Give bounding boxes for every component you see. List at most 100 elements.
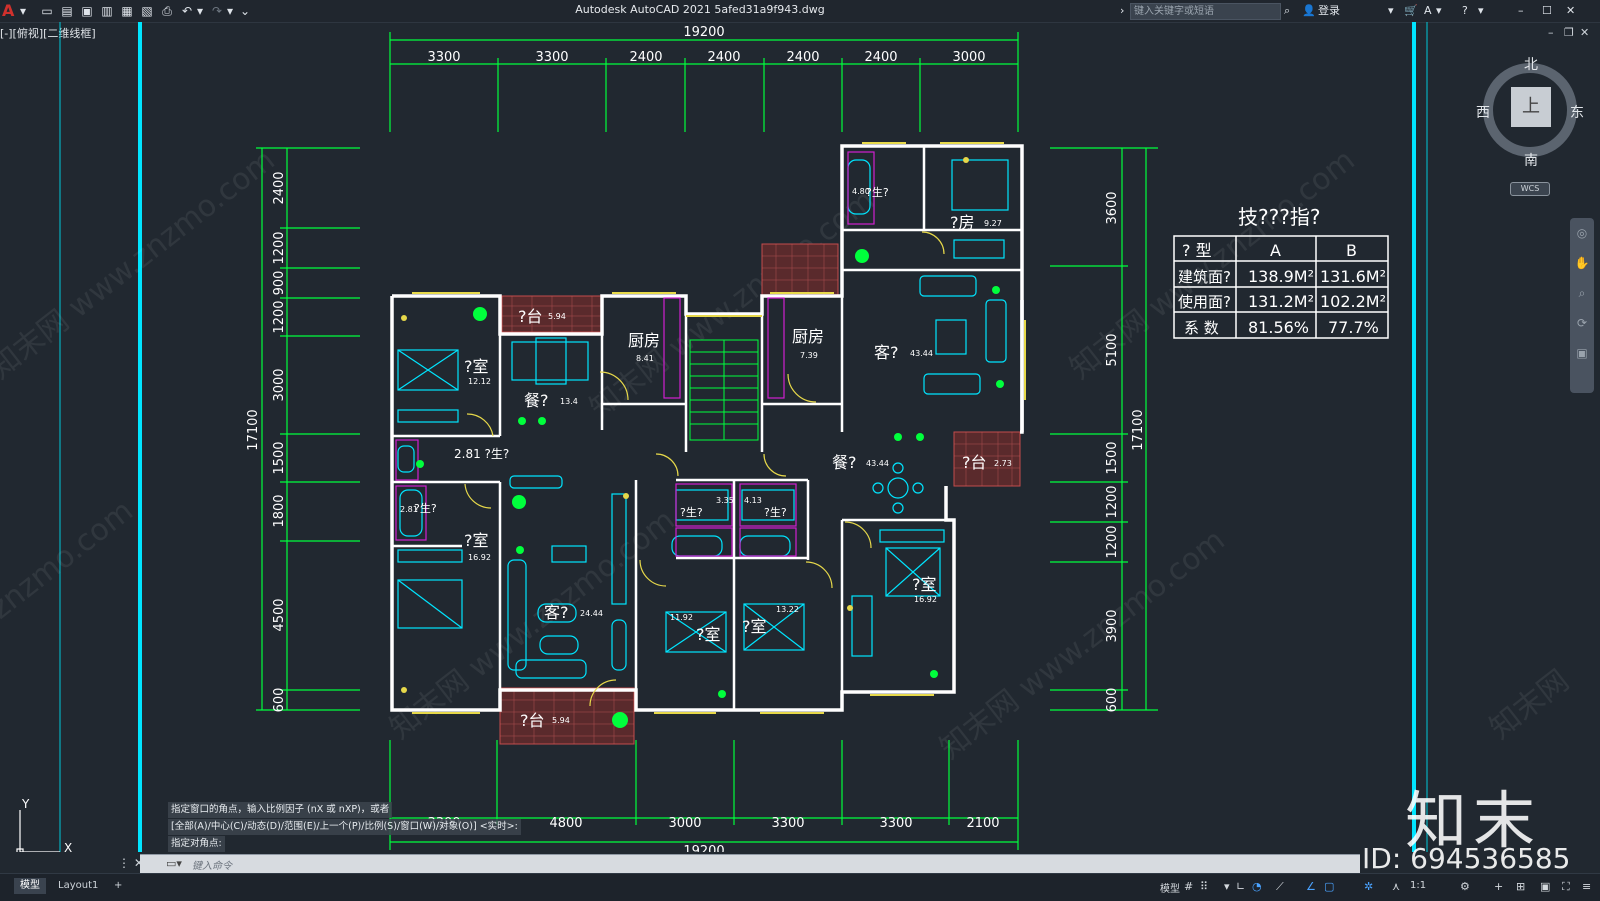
workspace-gear-icon[interactable]: ⚙ — [1460, 880, 1470, 893]
ortho-icon[interactable]: ∟ — [1236, 880, 1245, 893]
fullscreen-icon[interactable]: ⛶ — [1562, 880, 1570, 894]
viewcube-top-face[interactable]: 上 — [1511, 87, 1551, 127]
object-snap-icon[interactable]: ▢ — [1324, 880, 1334, 893]
table-cell: 建筑面? — [1178, 268, 1231, 286]
top-dim: 2400 — [864, 50, 897, 65]
snap-dropdown-icon[interactable]: ▾ — [1224, 880, 1230, 893]
command-history-line: 指定对角点: — [168, 836, 225, 852]
room-area: 13.22 — [776, 605, 799, 614]
ucs-x-label: X — [64, 841, 72, 852]
snap-icon[interactable]: ⠿ — [1200, 880, 1208, 893]
room-name: ?台 — [518, 307, 543, 326]
drawing-canvas[interactable]: 知末网 www.znzmo.com 知末网 www.znzmo.com 知末网 … — [0, 22, 1600, 852]
command-grip-icon[interactable]: ⋮ — [118, 856, 130, 870]
bottom-dim: 3000 — [668, 816, 701, 831]
room-name: ?室 — [464, 531, 489, 550]
tab-model[interactable]: 模型 — [14, 878, 46, 894]
command-line[interactable]: ▭▾ 键入命令 — [140, 854, 1360, 873]
grid-icon[interactable]: # — [1184, 880, 1193, 893]
title-bar: A ▾ ▭ ▤ ▣ ▥ ▦ ▧ ⎙ ↶ ▾ ↷ ▾ ⌄ Autodesk Aut… — [0, 0, 1600, 23]
room-name: ?室 — [742, 617, 767, 636]
annotation-scale-value[interactable]: 1:1 — [1410, 880, 1426, 891]
bottom-total-dim: 19200 — [683, 844, 724, 852]
table-cell: 77.7% — [1328, 318, 1379, 337]
annotation-visibility-icon[interactable]: ✲ — [1364, 880, 1373, 893]
table-cell: 102.2M² — [1320, 292, 1386, 311]
isodraft-icon[interactable]: ⟋ — [1276, 880, 1284, 894]
room-name: 客? — [544, 603, 569, 622]
top-dim: 3300 — [535, 50, 568, 65]
object-snap-tracking-icon[interactable]: ∠ — [1306, 880, 1316, 893]
right-dim: 3900 — [1105, 609, 1120, 642]
minimize-icon[interactable]: – — [1518, 3, 1524, 18]
room-area: 8.41 — [636, 354, 654, 363]
status-bar: 模型 Layout1 + 模型 # ⠿ ▾ ∟ ◔ ⟋ ∠ ▢ ✲ ⋏ 1:1 … — [0, 873, 1600, 901]
room-name: ?台 — [520, 711, 545, 730]
table-cell: 系 数 — [1184, 319, 1219, 337]
steering-wheel-icon[interactable]: ◎ — [1570, 226, 1594, 240]
right-dim: 5100 — [1105, 333, 1120, 366]
room-area: 43.44 — [910, 349, 933, 358]
left-dim: 1200 — [272, 300, 287, 333]
pan-icon[interactable]: ✋ — [1570, 256, 1594, 270]
help-icon[interactable]: ? — [1462, 3, 1468, 18]
viewcube-west[interactable]: 西 — [1476, 102, 1490, 122]
room-area: 24.44 — [580, 609, 603, 618]
left-dim: 4500 — [272, 598, 287, 631]
model-space-button[interactable]: 模型 — [1160, 880, 1180, 895]
cart-icon[interactable]: 🛒 — [1404, 3, 1418, 18]
room-name: 厨房 — [628, 331, 660, 350]
viewcube-south[interactable]: 南 — [1524, 150, 1538, 170]
table-cell: 138.9M² — [1248, 267, 1314, 286]
search-input[interactable]: 键入关键字或短语 — [1130, 3, 1281, 20]
right-dim: 1200 — [1105, 485, 1120, 518]
room-area: 13.4 — [560, 397, 578, 406]
room-area: 4.80 — [852, 187, 870, 196]
annotation-scale-icon[interactable]: ⋏ — [1392, 880, 1400, 893]
tab-layout1[interactable]: Layout1 — [52, 878, 104, 894]
login-button[interactable]: 登录 — [1318, 3, 1340, 18]
command-history: 指定窗口的角点，输入比例因子 (nX 或 nXP)，或者 [全部(A)/中心(C… — [168, 802, 521, 853]
user-icon[interactable]: 👤 — [1302, 3, 1316, 18]
search-expand-icon[interactable]: › — [1120, 3, 1124, 18]
maximize-icon[interactable]: ☐ — [1542, 3, 1552, 18]
login-dropdown-icon[interactable]: ▾ — [1388, 3, 1394, 18]
room-name: ?台 — [962, 453, 987, 472]
showmotion-icon[interactable]: ▣ — [1570, 346, 1594, 360]
isolate-objects-icon[interactable]: ⊞ — [1516, 880, 1525, 893]
left-dim: 900 — [272, 271, 287, 296]
room-area: 5.94 — [548, 312, 566, 321]
customize-status-icon[interactable]: ≡ — [1582, 880, 1591, 893]
search-icon[interactable]: ⌕ — [1284, 3, 1290, 18]
room-area: 16.92 — [468, 553, 491, 562]
top-dim: 2400 — [707, 50, 740, 65]
right-dim: 1200 — [1105, 525, 1120, 558]
room-name: ?生? — [764, 505, 787, 519]
top-dim: 3300 — [427, 50, 460, 65]
command-history-line: [全部(A)/中心(C)/动态(D)/范围(E)/上一个(P)/比例(S)/窗口… — [168, 819, 521, 835]
table-header: ? 型 — [1182, 241, 1212, 260]
room-area: 5.94 — [552, 716, 570, 725]
close-icon[interactable]: ✕ — [1566, 3, 1575, 18]
navigation-bar[interactable]: ◎ ✋ ⌕ ⟳ ▣ — [1570, 218, 1594, 393]
recent-commands-icon[interactable]: ▭▾ — [166, 857, 182, 870]
add-layout-button[interactable]: + — [108, 878, 128, 894]
app-dropdown-icon[interactable]: ▾ — [1436, 3, 1442, 18]
zoom-icon[interactable]: ⌕ — [1570, 286, 1594, 301]
room-name: ?室 — [912, 575, 937, 594]
plus-icon[interactable]: + — [1494, 880, 1503, 893]
left-dim: 1500 — [272, 441, 287, 474]
viewcube-east[interactable]: 东 — [1570, 102, 1584, 122]
table-title: 技???指? — [1238, 205, 1320, 229]
top-dim: 2400 — [786, 50, 819, 65]
autodesk-app-icon[interactable]: A — [1424, 3, 1432, 18]
polar-icon[interactable]: ◔ — [1252, 880, 1262, 893]
viewcube-north[interactable]: 北 — [1524, 54, 1538, 74]
svg-text:znzmo.com: znzmo.com — [0, 493, 140, 626]
orbit-icon[interactable]: ⟳ — [1570, 316, 1594, 330]
wcs-menu[interactable]: WCS — [1510, 182, 1550, 196]
room-area: 2.73 — [994, 459, 1012, 468]
help-dropdown-icon[interactable]: ▾ — [1478, 3, 1484, 18]
command-input[interactable]: 键入命令 — [192, 857, 232, 872]
hardware-accel-icon[interactable]: ▣ — [1540, 880, 1550, 893]
